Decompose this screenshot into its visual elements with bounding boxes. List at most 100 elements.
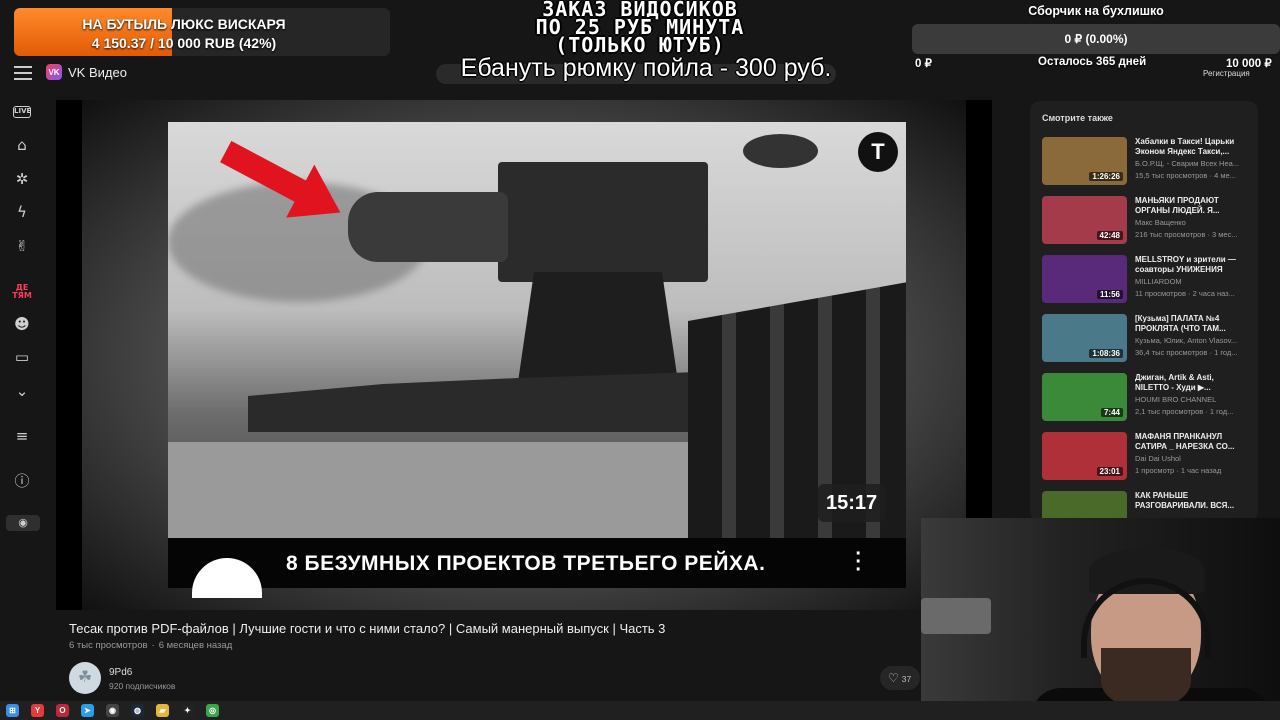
views-count: 6 тыс просмотров <box>69 640 148 651</box>
shorts-icon[interactable]: ϟ <box>12 202 32 222</box>
recommendation-thumbnail: 1:08:36 <box>1042 314 1127 362</box>
recommendation-item[interactable]: 1:08:36 [Кузьма] ПАЛАТА №4 ПРОКЛЯТА (ЧТО … <box>1042 314 1252 366</box>
order-videos-banner: ЗАКАЗ ВИДОСИКОВ ПО 25 РУБ МИНУТА (ТОЛЬКО… <box>470 0 810 57</box>
recommendation-meta: 216 тыс просмотров · 3 мес... <box>1135 230 1238 239</box>
file-explorer-icon[interactable]: ▰ <box>156 704 169 717</box>
recommendation-thumbnail: 1:26:26 <box>1042 137 1127 185</box>
hamburger-menu-icon[interactable] <box>14 66 32 80</box>
recommendation-thumbnail: 7:44 <box>1042 373 1127 421</box>
windows-start-icon[interactable]: ⊞ <box>6 704 19 717</box>
recommendation-title: Хабалки в Такси! Царьки Эконом Яндекс Та… <box>1135 137 1235 156</box>
recommendation-item[interactable]: 1:26:26 Хабалки в Такси! Царьки Эконом Ян… <box>1042 137 1252 189</box>
clips-icon[interactable]: ✌ <box>12 236 32 256</box>
recommendation-duration: 42:48 <box>1096 231 1123 240</box>
playlists-icon[interactable]: ≡ <box>12 426 32 446</box>
walker-tank-legs <box>518 272 678 382</box>
channel-name[interactable]: 9Pd6 <box>109 667 132 678</box>
chrome-icon[interactable]: ◎ <box>206 704 219 717</box>
goal-left-progress-text: 4 150.37 / 10 000 RUB (42%) <box>91 35 277 51</box>
recommendation-title: MELLSTROY и зрители — соавторы УНИЖЕНИЯ <box>1135 255 1236 274</box>
recommendation-meta: 11 просмотров · 2 часа наз... <box>1135 289 1235 298</box>
duration-badge: 15:17 <box>818 484 886 522</box>
inner-channel-logo-icon <box>192 558 262 598</box>
recommendation-thumbnail: 42:48 <box>1042 196 1127 244</box>
recommendation-item[interactable]: 7:44 Джиган, Artik & Asti, NILETTO - Худи… <box>1042 373 1252 425</box>
app-yellow-icon[interactable]: ✦ <box>181 704 194 717</box>
opera-gx-icon[interactable]: O <box>56 704 69 717</box>
vk-logo-icon: VK <box>46 64 62 80</box>
obs-icon[interactable]: ◉ <box>106 704 119 717</box>
recommendation-item[interactable]: КАК РАНЬШЕ РАЗГОВАРИВАЛИ. ВСЯ... <box>1042 491 1252 521</box>
recommendation-title: Джиган, Artik & Asti, NILETTO - Худи ▶..… <box>1135 373 1214 392</box>
steam-icon[interactable]: ◍ <box>131 704 144 717</box>
sidebar-item-kids[interactable]: ДЕ ТЯМ <box>12 284 32 304</box>
donation-goal-left: НА БУТЫЛЬ ЛЮКС ВИСКАРЯ 4 150.37 / 10 000… <box>14 8 390 56</box>
recommendation-meta: 1 просмотр · 1 час назад <box>1135 466 1222 475</box>
channel-avatar[interactable]: ☘ <box>69 662 101 694</box>
walker-tank-body <box>498 162 708 282</box>
upload-age: 6 месяцев назад <box>158 640 233 651</box>
more-options-icon[interactable]: · · · <box>855 544 862 580</box>
recommendation-meta: 15,5 тыс просмотров · 4 ме... <box>1135 171 1236 180</box>
goal-right-max: 10 000 ₽ <box>1226 58 1272 70</box>
recommendation-thumbnail <box>1042 491 1127 521</box>
like-count: 37 <box>901 674 912 684</box>
webcam-overlay <box>921 518 1280 720</box>
tv-icon[interactable]: ▭ <box>12 347 32 367</box>
recommendation-title: КАК РАНЬШЕ РАЗГОВАРИВАЛИ. ВСЯ... <box>1135 491 1235 510</box>
microphone-shape <box>921 598 991 634</box>
recommendation-channel: HOUMI BRO CHANNEL <box>1135 395 1217 404</box>
info-icon[interactable]: ⓘ <box>12 471 32 491</box>
recommendations-title: Смотрите также <box>1042 113 1113 123</box>
goal-right-bar: 0 ₽ (0.00%) <box>912 24 1280 54</box>
recommendation-duration: 23:01 <box>1096 467 1123 476</box>
video-stats: 6 тыс просмотров · 6 месяцев назад <box>69 640 233 651</box>
walker-tank-head <box>348 192 508 262</box>
channel-logo-icon: T <box>858 132 898 172</box>
recommendation-channel: Макс Ващенко <box>1135 218 1186 227</box>
recommendation-title: [Кузьма] ПАЛАТА №4 ПРОКЛЯТА (ЧТО ТАМ... <box>1135 314 1226 333</box>
recommendation-duration: 1:26:26 <box>1089 172 1123 181</box>
sidebar-item-live[interactable]: LIVE <box>13 106 31 118</box>
windows-taskbar: ⊞ Y O ➤ ◉ ◍ ▰ ✦ ◎ <box>0 701 1280 720</box>
games-icon[interactable]: ☻ <box>12 314 32 334</box>
profile-icon[interactable]: ◉ <box>6 515 40 531</box>
recommendation-meta: 2,1 тыс просмотров · 1 год... <box>1135 407 1234 416</box>
subscriber-count: 920 подписчиков <box>109 681 176 691</box>
recommendation-channel: MILLIARDOM <box>1135 277 1182 286</box>
explore-icon[interactable]: ✲ <box>12 169 32 189</box>
vk-video-app: VK VK Видео LIVE ⌂ ✲ ϟ ✌ ДЕ ТЯМ ☻ ▭ ⌄ ≡ … <box>0 0 1280 720</box>
recommendation-title: МАФАНЯ ПРАНКАНУЛ САТИРА _ НАРЕЗКА СО... <box>1135 432 1235 451</box>
order-banner-line: (ТОЛЬКО ЮТУБ) <box>555 33 725 57</box>
heart-icon: ♡ <box>888 671 899 685</box>
telegram-icon[interactable]: ➤ <box>81 704 94 717</box>
recommendation-duration: 1:08:36 <box>1089 349 1123 358</box>
brand-name: VK Видео <box>68 64 127 80</box>
tanks-row-shape <box>248 372 698 432</box>
goal-right-title: Сборчик на бухлишко <box>1028 4 1164 18</box>
recommendation-channel: Б.О.Р.Щ. - Сварим Всех Неа... <box>1135 159 1240 168</box>
register-link[interactable]: Регистрация <box>1203 69 1250 78</box>
recommendation-duration: 11:56 <box>1096 290 1123 299</box>
recommendation-thumbnail: 23:01 <box>1042 432 1127 480</box>
inner-video-title: 8 БЕЗУМНЫХ ПРОЕКТОВ ТРЕТЬЕГО РЕЙХА. <box>286 552 766 575</box>
recommendations-panel: Смотрите также 1:26:26 Хабалки в Такси! Ц… <box>1030 101 1258 521</box>
recommendation-item[interactable]: 23:01 МАФАНЯ ПРАНКАНУЛ САТИРА _ НАРЕЗКА С… <box>1042 432 1252 484</box>
chevron-down-icon[interactable]: ⌄ <box>12 381 32 401</box>
yandex-browser-icon[interactable]: Y <box>31 704 44 717</box>
goal-right-min: 0 ₽ <box>915 58 932 70</box>
brand[interactable]: VK VK Видео <box>46 64 127 80</box>
recommendation-channel: Dai Dai Ushol <box>1135 454 1181 463</box>
recommendation-thumbnail: 11:56 <box>1042 255 1127 303</box>
recommendation-channel: Кузьма, Юлик, Anton Vlasov... <box>1135 336 1238 345</box>
video-player[interactable]: T 15:17 8 БЕЗУМНЫХ ПРОЕКТОВ ТРЕТЬЕГО РЕЙ… <box>56 100 992 610</box>
recommendation-title: МАНЬЯКИ ПРОДАЮТ ОРГАНЫ ЛЮДЕЙ. Я... <box>1135 196 1220 215</box>
home-icon[interactable]: ⌂ <box>12 135 32 155</box>
goal-right-days-left: Осталось 365 дней <box>1038 56 1147 68</box>
goal-left-title: НА БУТЫЛЬ ЛЮКС ВИСКАРЯ <box>82 16 286 32</box>
recommendation-item[interactable]: 42:48 МАНЬЯКИ ПРОДАЮТ ОРГАНЫ ЛЮДЕЙ. Я... М… <box>1042 196 1252 248</box>
recommendation-item[interactable]: 11:56 MELLSTROY и зрители — соавторы УНИЖ… <box>1042 255 1252 307</box>
zeppelin-shape <box>743 134 818 168</box>
like-button[interactable]: ♡ 37 <box>880 666 920 690</box>
sidebar: LIVE ⌂ ✲ ϟ ✌ ДЕ ТЯМ ☻ ▭ ⌄ ≡ ⓘ ◉ <box>0 96 44 696</box>
